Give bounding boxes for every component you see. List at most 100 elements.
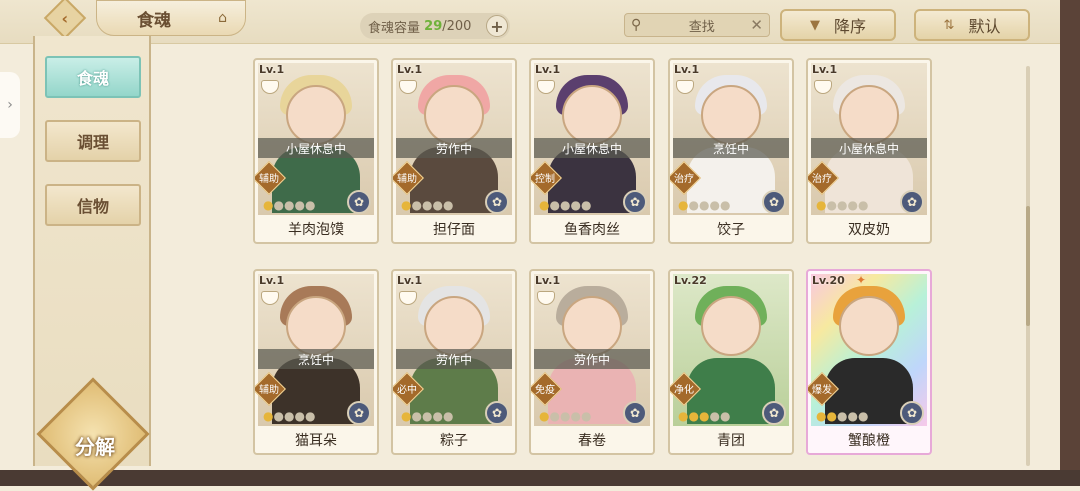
star-empty-icon: ● xyxy=(570,198,581,212)
clear-icon[interactable]: ✕ xyxy=(750,16,763,34)
star-empty-icon: ● xyxy=(857,409,869,423)
character-face xyxy=(701,296,761,356)
star-empty-icon: ● xyxy=(442,198,454,212)
star-rating: ●●●●● xyxy=(816,409,868,423)
element-icon: ✿ xyxy=(762,401,786,425)
status-badge: 劳作中 xyxy=(396,138,512,158)
status-badge: 小屋休息中 xyxy=(258,138,374,158)
role-label: 辅助 xyxy=(397,174,417,185)
star-empty-icon: ● xyxy=(283,409,295,423)
status-badge: 劳作中 xyxy=(534,349,650,369)
role-label: 辅助 xyxy=(259,385,279,396)
house-icon[interactable]: ⌂ xyxy=(218,10,227,26)
star-rating: ●●●●● xyxy=(539,409,591,423)
role-label: 净化 xyxy=(674,385,694,396)
star-rating: ●●●●● xyxy=(401,198,453,212)
star-empty-icon: ● xyxy=(709,409,720,423)
tab-conditioning[interactable]: 调理 xyxy=(45,120,141,162)
star-empty-icon: ● xyxy=(421,198,433,212)
sort-order-button[interactable]: ▼ 降序 xyxy=(780,9,896,41)
role-label: 必中 xyxy=(397,385,417,396)
search-icon: ⚲ xyxy=(631,17,642,33)
star-filled-icon: ● xyxy=(539,409,550,423)
character-face xyxy=(562,85,622,145)
character-name: 饺子 xyxy=(717,222,745,238)
scroll-thumb[interactable] xyxy=(1026,206,1030,326)
star-empty-icon: ● xyxy=(273,198,284,212)
food-soul-card[interactable]: Lv.1 小屋休息中 辅助 ●●●●● ✿ 羊肉泡馍 xyxy=(253,58,379,244)
capacity-display: 食魂容量 29 /200 + xyxy=(360,13,510,39)
sort-mode-icon: ⇅ xyxy=(943,17,955,33)
element-icon: ✿ xyxy=(623,190,647,214)
food-soul-card[interactable]: Lv.1 劳作中 必中 ●●●●● ✿ 粽子 xyxy=(391,269,517,455)
star-empty-icon: ● xyxy=(698,198,710,212)
food-soul-card[interactable]: Lv.1 小屋休息中 控制 ●●●●● ✿ 鱼香肉丝 xyxy=(529,58,655,244)
decompose-label: 分解 xyxy=(75,435,115,459)
page-title: 食魂 xyxy=(137,10,171,31)
tab-token[interactable]: 信物 xyxy=(45,184,141,226)
element-icon: ✿ xyxy=(347,190,371,214)
star-filled-icon: ● xyxy=(678,198,689,212)
star-empty-icon: ● xyxy=(688,198,699,212)
search-field[interactable]: ⚲ 查找 ✕ xyxy=(624,13,770,37)
star-filled-icon: ● xyxy=(263,409,274,423)
star-filled-icon: ● xyxy=(263,198,274,212)
food-soul-card[interactable]: Lv.20 ✦ 爆发 ●●●●● ✿ 蟹酿橙 xyxy=(806,269,932,455)
star-empty-icon: ● xyxy=(304,198,316,212)
star-empty-icon: ● xyxy=(857,198,869,212)
capacity-label: 食魂容量 xyxy=(368,20,421,36)
role-label: 爆发 xyxy=(812,385,832,396)
level-label: Lv.1 xyxy=(535,274,561,287)
food-soul-card[interactable]: Lv.1 烹饪中 辅助 ●●●●● ✿ 猫耳朵 xyxy=(253,269,379,455)
star-rating: ●●●●● xyxy=(816,198,868,212)
star-empty-icon: ● xyxy=(709,198,720,212)
level-label: Lv.1 xyxy=(535,63,561,76)
add-capacity-button[interactable]: + xyxy=(486,15,508,37)
scrollbar[interactable] xyxy=(1026,66,1030,466)
star-empty-icon: ● xyxy=(570,409,581,423)
star-rating: ●●●●● xyxy=(263,409,315,423)
food-soul-card[interactable]: Lv.1 烹饪中 治疗 ●●●●● ✿ 饺子 xyxy=(668,58,794,244)
character-face xyxy=(839,296,899,356)
character-name: 春卷 xyxy=(578,433,606,449)
star-empty-icon: ● xyxy=(549,198,560,212)
role-label: 免疫 xyxy=(535,385,555,396)
side-drawer-handle[interactable]: › xyxy=(0,72,20,138)
star-rating: ●●●●● xyxy=(263,198,315,212)
star-filled-icon: ● xyxy=(826,409,837,423)
tab-food-soul[interactable]: 食魂 xyxy=(45,56,141,98)
character-face xyxy=(424,296,484,356)
star-empty-icon: ● xyxy=(549,409,560,423)
star-rating: ●●●●● xyxy=(678,409,730,423)
star-empty-icon: ● xyxy=(411,409,422,423)
sort-mode-label: 默认 xyxy=(968,17,1001,36)
star-empty-icon: ● xyxy=(432,409,443,423)
role-label: 治疗 xyxy=(812,174,832,185)
star-filled-icon: ● xyxy=(401,198,412,212)
star-filled-icon: ● xyxy=(539,198,550,212)
role-label: 治疗 xyxy=(674,174,694,185)
level-label: Lv.1 xyxy=(812,63,838,76)
star-empty-icon: ● xyxy=(836,198,848,212)
star-rating: ●●●●● xyxy=(539,198,591,212)
character-face xyxy=(286,296,346,356)
star-empty-icon: ● xyxy=(294,409,305,423)
level-label: Lv.20 xyxy=(812,274,845,287)
level-label: Lv.1 xyxy=(259,274,285,287)
star-empty-icon: ● xyxy=(847,198,858,212)
sort-mode-button[interactable]: ⇅ 默认 xyxy=(914,9,1030,41)
character-face xyxy=(424,85,484,145)
food-soul-card[interactable]: Lv.1 劳作中 免疫 ●●●●● ✿ 春卷 xyxy=(529,269,655,455)
star-empty-icon: ● xyxy=(304,409,316,423)
food-soul-card[interactable]: Lv.1 小屋休息中 治疗 ●●●●● ✿ 双皮奶 xyxy=(806,58,932,244)
character-face xyxy=(286,85,346,145)
character-name: 蟹酿橙 xyxy=(848,433,890,449)
status-badge: 劳作中 xyxy=(396,349,512,369)
food-soul-card[interactable]: Lv.1 劳作中 辅助 ●●●●● ✿ 担仔面 xyxy=(391,58,517,244)
rarity-icon: ✦ xyxy=(856,273,867,287)
capacity-max: /200 xyxy=(442,18,472,34)
star-filled-icon: ● xyxy=(816,409,827,423)
sort-down-icon: ▼ xyxy=(809,17,820,33)
food-soul-card[interactable]: Lv.22 净化 ●●●●● ✿ 青团 xyxy=(668,269,794,455)
sort-order-label: 降序 xyxy=(833,17,866,36)
